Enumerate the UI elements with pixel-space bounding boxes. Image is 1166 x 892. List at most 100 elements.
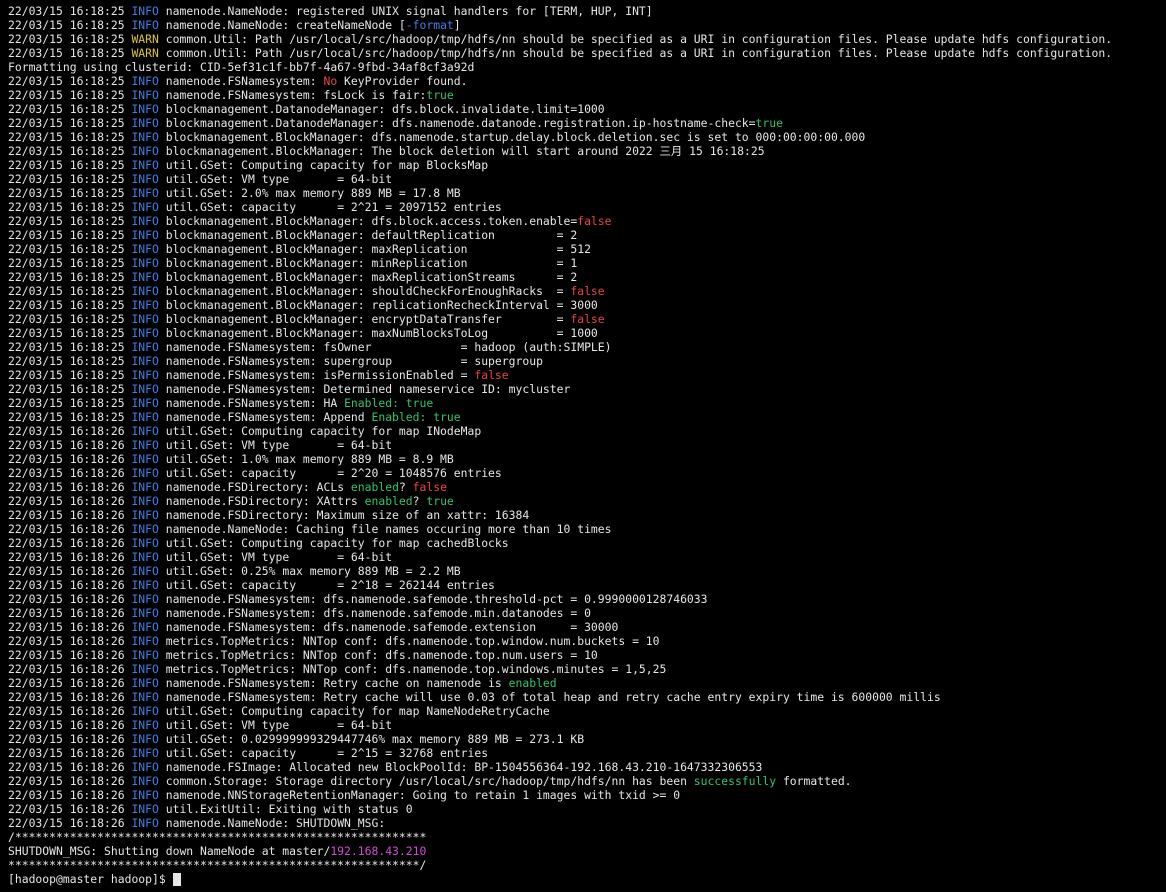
log-token-false: false	[570, 312, 605, 326]
log-line: Formatting using clusterid: CID-5ef31c1f…	[8, 60, 1166, 74]
log-token-info: INFO	[131, 116, 159, 130]
log-text: 22/03/15 16:18:26	[8, 522, 132, 536]
log-line: 22/03/15 16:18:25 INFO namenode.FSNamesy…	[8, 368, 1166, 382]
log-line: 22/03/15 16:18:26 INFO util.GSet: VM typ…	[8, 550, 1166, 564]
log-text: 22/03/15 16:18:26	[8, 816, 132, 830]
log-text: ?	[398, 480, 413, 494]
log-token-dash: -format	[405, 18, 454, 32]
log-token-info: INFO	[131, 536, 159, 550]
log-line: 22/03/15 16:18:26 INFO util.GSet: VM typ…	[8, 438, 1166, 452]
log-token-true: enabled	[350, 480, 399, 494]
log-token-info: INFO	[131, 564, 159, 578]
log-text: SHUTDOWN_MSG: Shutting down NameNode at …	[8, 844, 331, 858]
log-line: 22/03/15 16:18:26 INFO namenode.FSDirect…	[8, 494, 1166, 508]
log-line: 22/03/15 16:18:25 INFO util.GSet: Comput…	[8, 158, 1166, 172]
log-text: namenode.FSNamesystem: isPermissionEnabl…	[158, 368, 475, 382]
log-token-info: INFO	[131, 74, 159, 88]
log-text: 22/03/15 16:18:25	[8, 354, 132, 368]
log-text: ****************************************…	[8, 858, 427, 872]
log-token-info: INFO	[131, 774, 159, 788]
log-token-info: INFO	[131, 18, 159, 32]
log-text: 22/03/15 16:18:26	[8, 634, 132, 648]
log-token-true: enabled	[508, 676, 557, 690]
log-token-true: true	[426, 494, 454, 508]
log-text: blockmanagement.BlockManager: shouldChec…	[158, 284, 571, 298]
log-line: 22/03/15 16:18:26 INFO util.GSet: 0.0299…	[8, 732, 1166, 746]
log-text: 22/03/15 16:18:26	[8, 452, 132, 466]
log-token-false: false	[577, 214, 612, 228]
log-text: 22/03/15 16:18:25	[8, 410, 132, 424]
text-cursor	[172, 872, 181, 886]
log-text: Formatting using clusterid: CID-5ef31c1f…	[8, 60, 475, 74]
log-text: metrics.TopMetrics: NNTop conf: dfs.name…	[158, 634, 660, 648]
terminal-window[interactable]: 22/03/15 16:18:25 INFO namenode.NameNode…	[0, 0, 1166, 892]
log-line: 22/03/15 16:18:26 INFO namenode.FSNamesy…	[8, 592, 1166, 606]
log-text: 22/03/15 16:18:26	[8, 690, 132, 704]
log-line: 22/03/15 16:18:26 INFO namenode.FSDirect…	[8, 480, 1166, 494]
log-text: metrics.TopMetrics: NNTop conf: dfs.name…	[158, 648, 598, 662]
log-text: 22/03/15 16:18:26	[8, 760, 132, 774]
log-line: 22/03/15 16:18:26 INFO util.GSet: Comput…	[8, 424, 1166, 438]
log-line: 22/03/15 16:18:25 INFO blockmanagement.B…	[8, 144, 1166, 158]
log-token-info: INFO	[131, 746, 159, 760]
prompt-line[interactable]: [hadoop@master hadoop]$	[8, 872, 1166, 886]
log-text: 22/03/15 16:18:26	[8, 550, 132, 564]
log-text: 22/03/15 16:18:25	[8, 312, 132, 326]
log-line: 22/03/15 16:18:26 INFO util.GSet: Comput…	[8, 536, 1166, 550]
log-line: 22/03/15 16:18:25 INFO blockmanagement.B…	[8, 298, 1166, 312]
log-token-info: INFO	[131, 704, 159, 718]
log-text: namenode.FSNamesystem: dfs.namenode.safe…	[158, 606, 591, 620]
log-text: 22/03/15 16:18:26	[8, 438, 132, 452]
log-text: 22/03/15 16:18:26	[8, 564, 132, 578]
log-line: 22/03/15 16:18:25 INFO blockmanagement.D…	[8, 116, 1166, 130]
log-text: 22/03/15 16:18:25	[8, 158, 132, 172]
log-line: 22/03/15 16:18:26 INFO util.GSet: 1.0% m…	[8, 452, 1166, 466]
log-token-info: INFO	[131, 396, 159, 410]
log-token-info: INFO	[131, 270, 159, 284]
log-text: util.GSet: VM type = 64-bit	[158, 438, 393, 452]
log-text: namenode.FSNamesystem: dfs.namenode.safe…	[158, 620, 619, 634]
log-token-false: No	[323, 74, 338, 88]
log-token-info: INFO	[131, 354, 159, 368]
log-text: 22/03/15 16:18:26	[8, 788, 132, 802]
log-text: 22/03/15 16:18:25	[8, 228, 132, 242]
log-line: 22/03/15 16:18:25 INFO blockmanagement.B…	[8, 284, 1166, 298]
log-text: util.GSet: Computing capacity for map ca…	[158, 536, 509, 550]
log-line: 22/03/15 16:18:25 INFO namenode.NameNode…	[8, 18, 1166, 32]
log-token-info: INFO	[131, 424, 159, 438]
log-text: 22/03/15 16:18:25	[8, 214, 132, 228]
log-token-true: successfully	[693, 774, 777, 788]
log-line: 22/03/15 16:18:25 INFO namenode.FSNamesy…	[8, 410, 1166, 424]
log-token-info: INFO	[131, 466, 159, 480]
log-text: 22/03/15 16:18:26	[8, 746, 132, 760]
log-token-info: INFO	[131, 340, 159, 354]
log-line: 22/03/15 16:18:26 INFO namenode.NameNode…	[8, 816, 1166, 830]
log-line: 22/03/15 16:18:25 INFO namenode.FSNamesy…	[8, 396, 1166, 410]
log-text: 22/03/15 16:18:25	[8, 172, 132, 186]
log-line: 22/03/15 16:18:25 INFO namenode.FSNamesy…	[8, 88, 1166, 102]
log-text: 22/03/15 16:18:26	[8, 536, 132, 550]
log-token-info: INFO	[131, 228, 159, 242]
log-text: util.GSet: VM type = 64-bit	[158, 172, 393, 186]
log-token-info: INFO	[131, 130, 159, 144]
log-text: 22/03/15 16:18:25	[8, 270, 132, 284]
log-line: 22/03/15 16:18:26 INFO namenode.NNStorag…	[8, 788, 1166, 802]
log-token-info: INFO	[131, 788, 159, 802]
log-text: namenode.FSImage: Allocated new BlockPoo…	[158, 760, 763, 774]
log-text: util.ExitUtil: Exiting with status 0	[158, 802, 413, 816]
log-text: blockmanagement.BlockManager: dfs.nameno…	[158, 130, 866, 144]
log-token-info: INFO	[131, 144, 159, 158]
log-text: namenode.FSNamesystem: dfs.namenode.safe…	[158, 592, 708, 606]
log-token-info: INFO	[131, 508, 159, 522]
log-token-info: INFO	[131, 522, 159, 536]
log-text: 22/03/15 16:18:26	[8, 774, 132, 788]
log-text: 22/03/15 16:18:25	[8, 368, 132, 382]
log-text: 22/03/15 16:18:25	[8, 88, 132, 102]
log-text: ?	[412, 494, 427, 508]
log-token-warn: WARN	[131, 46, 159, 60]
log-token-info: INFO	[131, 816, 159, 830]
log-text: blockmanagement.DatanodeManager: dfs.nam…	[158, 116, 756, 130]
log-text: metrics.TopMetrics: NNTop conf: dfs.name…	[158, 662, 667, 676]
log-line: 22/03/15 16:18:26 INFO namenode.FSNamesy…	[8, 676, 1166, 690]
log-text: /***************************************…	[8, 830, 427, 844]
